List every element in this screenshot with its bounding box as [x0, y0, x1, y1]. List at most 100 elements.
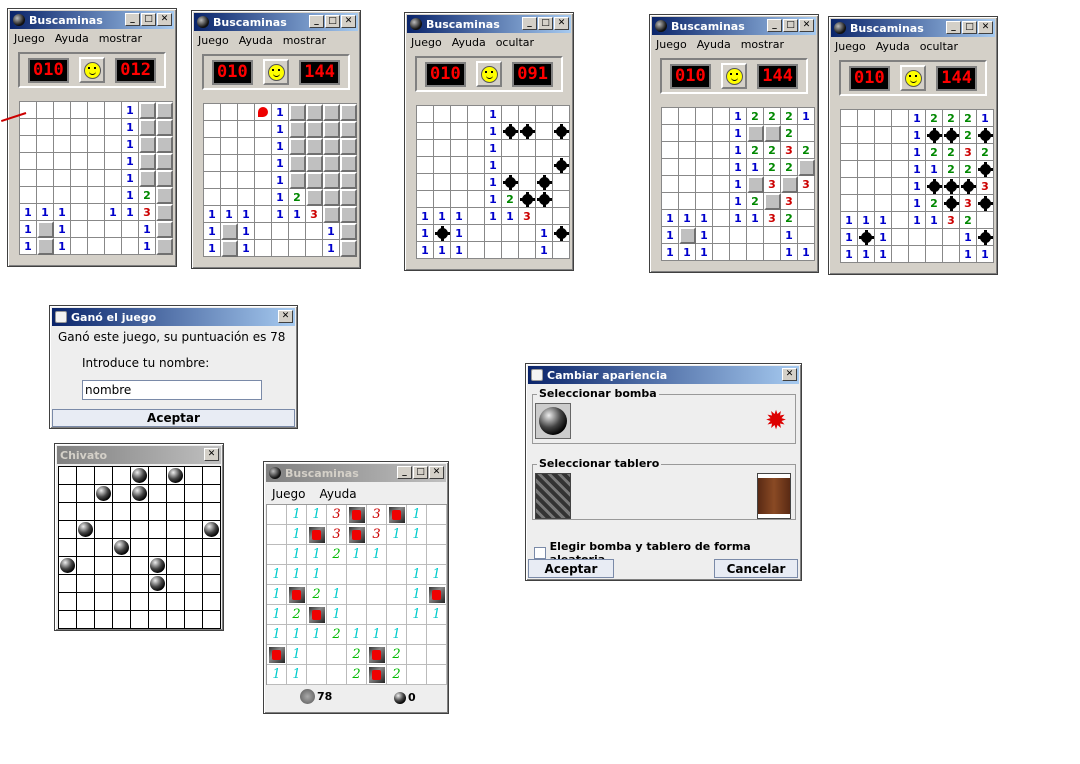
grid-cell[interactable]: 2 [943, 144, 960, 161]
grid-cell[interactable]: 1 [267, 665, 287, 685]
grid-cell[interactable] [713, 244, 730, 261]
menu-mostrar[interactable]: mostrar [741, 38, 784, 51]
grid-cell[interactable]: 1 [267, 565, 287, 585]
grid-cell[interactable]: 1 [287, 505, 307, 525]
grid-cell[interactable]: 1 [909, 161, 926, 178]
menu-juego[interactable]: Juego [14, 32, 45, 45]
grid-cell[interactable]: 2 [781, 108, 798, 125]
grid-cell[interactable] [892, 195, 909, 212]
grid-cell[interactable] [519, 123, 536, 140]
grid-cell[interactable] [272, 223, 289, 240]
metal-board-option[interactable] [535, 473, 571, 519]
grid-cell[interactable]: 2 [926, 110, 943, 127]
grid-cell[interactable]: 2 [960, 127, 977, 144]
smiley-button[interactable] [476, 61, 502, 87]
grid-cell[interactable] [747, 227, 764, 244]
grid-cell[interactable]: 1 [122, 119, 139, 136]
grid-cell[interactable] [892, 144, 909, 161]
grid-cell[interactable] [892, 161, 909, 178]
grid-cell[interactable] [88, 153, 105, 170]
covered-cell[interactable] [340, 155, 357, 172]
grid-cell[interactable] [841, 144, 858, 161]
grid-cell[interactable]: 2 [781, 159, 798, 176]
grid-cell[interactable] [105, 119, 122, 136]
grid-cell[interactable] [434, 225, 451, 242]
covered-cell[interactable] [747, 176, 764, 193]
grid-cell[interactable] [841, 195, 858, 212]
grid-cell[interactable] [54, 136, 71, 153]
grid-cell[interactable] [553, 106, 570, 123]
grid-cell[interactable] [367, 605, 387, 625]
grid-cell[interactable] [71, 187, 88, 204]
grid-cell[interactable] [427, 525, 447, 545]
grid-cell[interactable] [841, 161, 858, 178]
grid-cell[interactable] [37, 119, 54, 136]
grid-cell[interactable] [387, 545, 407, 565]
grid-cell[interactable]: 1 [367, 625, 387, 645]
grid-cell[interactable] [696, 159, 713, 176]
grid-cell[interactable]: 1 [238, 206, 255, 223]
grid-cell[interactable]: 3 [943, 212, 960, 229]
grid-cell[interactable] [977, 229, 994, 246]
grid-cell[interactable] [960, 178, 977, 195]
grid-cell[interactable] [238, 155, 255, 172]
grid-cell[interactable]: 1 [287, 645, 307, 665]
grid-cell[interactable] [519, 106, 536, 123]
grid-cell[interactable]: 1 [536, 242, 553, 259]
grid-cell[interactable]: 1 [289, 206, 306, 223]
grid-cell[interactable] [943, 178, 960, 195]
grid-cell[interactable]: 2 [327, 545, 347, 565]
grid-cell[interactable]: 3 [367, 525, 387, 545]
grid-cell[interactable]: 1 [204, 223, 221, 240]
grid-cell[interactable]: 2 [307, 585, 327, 605]
covered-cell[interactable] [139, 170, 156, 187]
grid-cell[interactable]: 2 [960, 161, 977, 178]
grid-cell[interactable] [238, 189, 255, 206]
grid-cell[interactable] [662, 176, 679, 193]
maximize-button[interactable]: □ [783, 19, 798, 32]
grid-cell[interactable]: 3 [306, 206, 323, 223]
grid-cell[interactable]: 3 [139, 204, 156, 221]
grid-cell[interactable]: 1 [139, 238, 156, 255]
grid-cell[interactable]: 1 [367, 545, 387, 565]
menu-ayuda[interactable]: Ayuda [239, 34, 273, 47]
grid-cell[interactable] [696, 176, 713, 193]
grid-cell[interactable] [105, 187, 122, 204]
grid-cell[interactable] [327, 665, 347, 685]
grid-cell[interactable] [407, 545, 427, 565]
grid-cell[interactable]: 1 [407, 605, 427, 625]
grid-cell[interactable]: 1 [960, 229, 977, 246]
grid-cell[interactable] [105, 102, 122, 119]
grid-cell[interactable] [875, 195, 892, 212]
grid-cell[interactable]: 2 [764, 142, 781, 159]
grid-cell[interactable]: 1 [858, 212, 875, 229]
covered-cell[interactable] [139, 102, 156, 119]
grid-cell[interactable] [798, 227, 815, 244]
accept-button[interactable]: Aceptar [528, 559, 614, 578]
covered-cell[interactable] [323, 172, 340, 189]
grid-cell[interactable] [20, 187, 37, 204]
grid-cell[interactable] [892, 212, 909, 229]
grid-cell[interactable]: 2 [139, 187, 156, 204]
grid-cell[interactable] [875, 161, 892, 178]
grid-cell[interactable]: 2 [327, 625, 347, 645]
grid-cell[interactable]: 1 [20, 221, 37, 238]
grid-cell[interactable] [502, 123, 519, 140]
maximize-button[interactable]: □ [413, 466, 428, 479]
grid-cell[interactable] [347, 605, 367, 625]
grid-cell[interactable]: 1 [54, 238, 71, 255]
grid-cell[interactable]: 1 [20, 238, 37, 255]
grid-cell[interactable] [536, 123, 553, 140]
grid-cell[interactable] [730, 227, 747, 244]
grid-cell[interactable] [417, 191, 434, 208]
grid-cell[interactable] [122, 238, 139, 255]
grid-cell[interactable]: 2 [926, 195, 943, 212]
accept-button[interactable]: Aceptar [52, 409, 295, 427]
close-button[interactable]: ✕ [341, 15, 356, 28]
grid-cell[interactable] [858, 178, 875, 195]
minimize-button[interactable]: _ [522, 17, 537, 30]
minimize-button[interactable]: _ [767, 19, 782, 32]
covered-cell[interactable] [139, 136, 156, 153]
close-button[interactable]: ✕ [554, 17, 569, 30]
grid-cell[interactable]: 2 [347, 645, 367, 665]
